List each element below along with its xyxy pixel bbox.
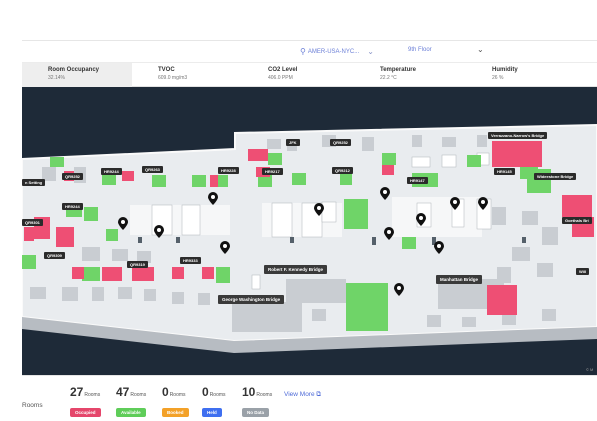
metric-value: 32.14%	[48, 75, 65, 81]
status-badge: Booked	[162, 408, 189, 417]
bridge-label[interactable]: Robert F. Kennedy Bridge	[264, 265, 328, 274]
tab-co2-level[interactable]: CO2 Level 406.0 PPM	[242, 63, 354, 87]
rooms-label: Rooms	[22, 402, 43, 409]
floor-plan-drawing	[22, 123, 597, 353]
map-marker-icon[interactable]	[220, 241, 230, 254]
room-label[interactable]: QR9309	[44, 252, 65, 259]
location-selector[interactable]: ⚲ AMER-USA-NYC... ⌄	[300, 47, 374, 56]
room-label[interactable]: JFK	[286, 139, 300, 146]
room-label[interactable]: Wideestone Bridge	[534, 173, 577, 180]
room-label[interactable]: QR9252	[330, 139, 351, 146]
room-label[interactable]: HR9244	[62, 203, 83, 210]
map-marker-icon[interactable]	[118, 217, 128, 230]
stat-unit: Rooms	[84, 392, 101, 398]
metric-value: 609.0 mg/m3	[158, 75, 188, 81]
map-marker-icon[interactable]	[208, 192, 218, 205]
room-label[interactable]: HR9147	[407, 177, 428, 184]
stat-unit: Rooms	[256, 392, 273, 398]
tab-humidity[interactable]: Humidity 26 %	[466, 63, 597, 87]
room-label[interactable]: QR9319	[127, 261, 148, 268]
room-label[interactable]: Verrazzano-Narrow's Bridge	[488, 132, 548, 139]
stat-unit: Rooms	[209, 392, 226, 398]
stat-count: 10	[242, 385, 256, 399]
metric-title: Humidity	[492, 67, 518, 73]
status-badge: Available	[116, 408, 146, 417]
status-badge: No Data	[242, 408, 270, 417]
room-label[interactable]: Will	[576, 268, 590, 275]
chevron-down-icon: ⌄	[367, 47, 374, 56]
room-label[interactable]: QR9252	[62, 173, 83, 180]
room-label[interactable]: QR9263	[142, 166, 163, 173]
room-label[interactable]: QR9301	[22, 219, 43, 226]
room-label[interactable]: QR9212	[332, 167, 353, 174]
bridge-label[interactable]: Manhattan Bridge	[436, 275, 483, 284]
metric-value: 26 %	[492, 75, 504, 81]
metric-title: CO2 Level	[268, 67, 298, 73]
stat-no-data: 10Rooms No Data	[242, 383, 280, 419]
map-copyright: © M	[586, 367, 594, 372]
occupancy-summary: Rooms 27Rooms Occupied 47Rooms Available…	[22, 375, 597, 421]
map-marker-icon[interactable]	[478, 197, 488, 210]
room-label[interactable]: HR9228	[218, 167, 239, 174]
map-marker-icon[interactable]	[314, 203, 324, 216]
room-label[interactable]: n Setting	[22, 179, 46, 186]
map-marker-icon[interactable]	[434, 241, 444, 254]
room-label[interactable]: HR9145	[494, 168, 515, 175]
metric-title: Temperature	[380, 67, 416, 73]
bridge-label[interactable]: George Washington Bridge	[218, 295, 285, 304]
room-label[interactable]: HR9217	[262, 168, 283, 175]
map-marker-icon[interactable]	[416, 213, 426, 226]
tab-temperature[interactable]: Temperature 22.2 °C	[354, 63, 466, 87]
metric-title: TVOC	[158, 67, 175, 73]
map-marker-icon[interactable]	[394, 283, 404, 296]
stat-unit: Rooms	[130, 392, 147, 398]
stat-held: 0Rooms Held	[202, 383, 240, 419]
stat-booked: 0Rooms Booked	[162, 383, 200, 419]
metric-title: Room Occupancy	[48, 67, 100, 73]
corridor	[392, 197, 482, 237]
stat-count: 0	[162, 385, 169, 399]
map-marker-icon[interactable]	[154, 225, 164, 238]
status-badge: Held	[202, 408, 222, 417]
floor-selector[interactable]: 9th Floor	[408, 47, 432, 53]
map-marker-icon[interactable]	[380, 187, 390, 200]
top-bar	[22, 0, 597, 41]
stat-unit: Rooms	[169, 392, 186, 398]
tab-room-occupancy[interactable]: Room Occupancy 32.14%	[22, 63, 132, 87]
status-badge: Occupied	[70, 408, 101, 417]
room-label[interactable]: Goethals Bri	[562, 217, 592, 224]
filter-bar: ⚲ AMER-USA-NYC... ⌄ 9th Floor ⌄	[22, 41, 597, 63]
metrics-tabs: Room Occupancy 32.14% TVOC 609.0 mg/m3 C…	[22, 63, 597, 87]
corridor	[130, 205, 230, 235]
stat-count: 0	[202, 385, 209, 399]
floor-map[interactable]: JFK QR9252 QR9252 HR9244 QR9263 HR9228 H…	[22, 87, 597, 375]
view-more-link[interactable]: View More ⧉	[284, 391, 321, 399]
stat-count: 27	[70, 385, 84, 399]
tab-tvoc[interactable]: TVOC 609.0 mg/m3	[132, 63, 242, 87]
map-marker-icon[interactable]	[450, 197, 460, 210]
stat-available: 47Rooms Available	[116, 383, 154, 419]
room-label[interactable]: HR9244	[101, 168, 122, 175]
map-marker-icon[interactable]	[384, 227, 394, 240]
metric-value: 406.0 PPM	[268, 75, 293, 81]
metric-value: 22.2 °C	[380, 75, 397, 81]
room-label[interactable]: HR9333	[180, 257, 201, 264]
chevron-down-icon[interactable]: ⌄	[477, 45, 484, 54]
stat-count: 47	[116, 385, 130, 399]
location-pin-icon: ⚲	[300, 47, 306, 56]
stat-occupied: 27Rooms Occupied	[70, 383, 108, 419]
location-value: AMER-USA-NYC...	[307, 48, 360, 55]
